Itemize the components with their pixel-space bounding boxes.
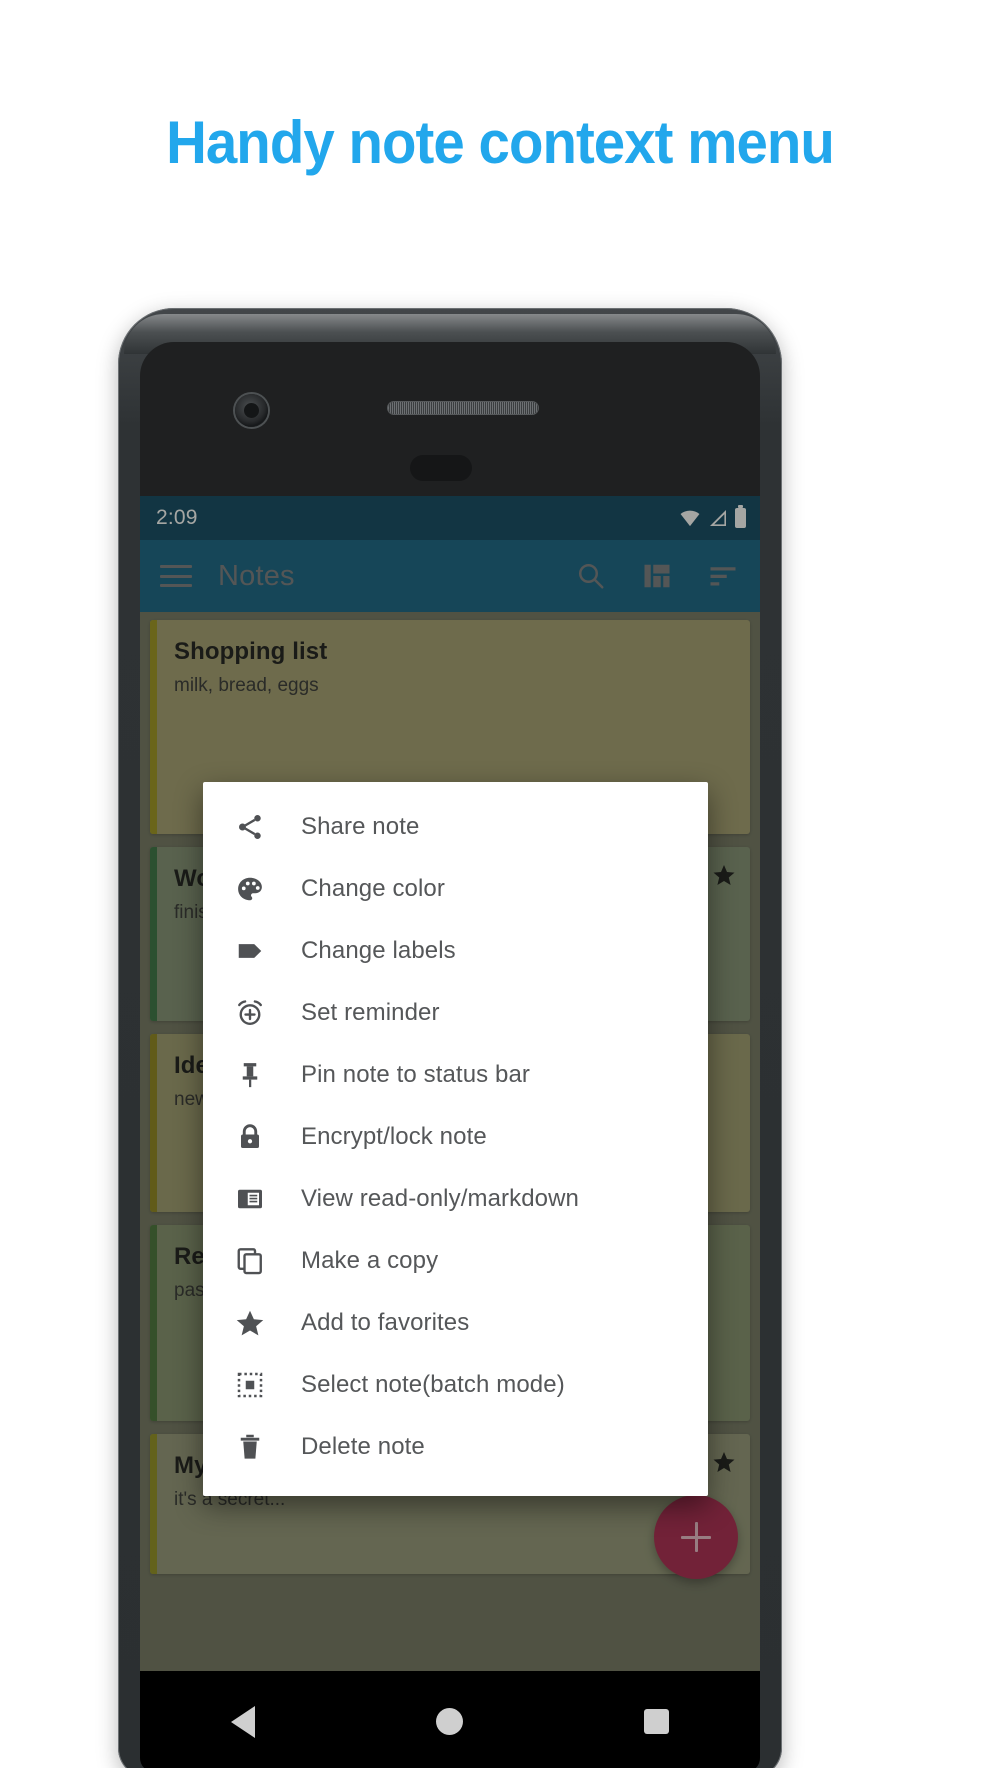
share-icon: [235, 810, 277, 844]
earpiece-speaker-icon: [388, 402, 538, 414]
menu-item-share-note[interactable]: Share note: [203, 796, 708, 858]
proximity-sensor-icon: [410, 455, 472, 481]
menu-item-label: Make a copy: [301, 1247, 439, 1274]
menu-item-label: Delete note: [301, 1433, 425, 1460]
menu-item-label: Pin note to status bar: [301, 1061, 531, 1088]
menu-item-pin-note[interactable]: Pin note to status bar: [203, 1044, 708, 1106]
alarm-add-icon: [235, 996, 277, 1030]
menu-item-delete-note[interactable]: Delete note: [203, 1416, 708, 1478]
trash-icon: [235, 1430, 277, 1464]
star-icon: [235, 1306, 277, 1340]
menu-item-add-favorites[interactable]: Add to favorites: [203, 1292, 708, 1354]
menu-item-label: Encrypt/lock note: [301, 1123, 487, 1150]
note-context-menu: Share note Change color Change labels Se…: [203, 782, 708, 1496]
menu-item-label: Change labels: [301, 937, 456, 964]
home-circle-icon[interactable]: [435, 1708, 463, 1735]
menu-item-label: Set reminder: [301, 999, 440, 1026]
menu-item-label: Select note(batch mode): [301, 1371, 565, 1398]
menu-item-label: Add to favorites: [301, 1309, 470, 1336]
menu-item-select-batch[interactable]: Select note(batch mode): [203, 1354, 708, 1416]
label-tag-icon: [235, 934, 277, 968]
pin-icon: [235, 1058, 277, 1092]
palette-icon: [235, 872, 277, 906]
back-triangle-icon[interactable]: [230, 1705, 255, 1738]
phone-screen: 2:09 Notes Shopping list milk, bread, eg…: [140, 342, 760, 1768]
phone-mockup: 2:09 Notes Shopping list milk, bread, eg…: [118, 308, 782, 1768]
front-camera-icon: [235, 394, 268, 427]
menu-item-make-copy[interactable]: Make a copy: [203, 1230, 708, 1292]
menu-item-encrypt-note[interactable]: Encrypt/lock note: [203, 1106, 708, 1168]
select-batch-icon: [235, 1368, 277, 1402]
menu-item-label: View read-only/markdown: [301, 1185, 579, 1212]
android-nav-bar: [140, 1671, 760, 1768]
menu-item-label: Share note: [301, 813, 420, 840]
menu-item-change-color[interactable]: Change color: [203, 858, 708, 920]
menu-item-view-readonly[interactable]: View read-only/markdown: [203, 1168, 708, 1230]
menu-item-set-reminder[interactable]: Set reminder: [203, 982, 708, 1044]
recents-square-icon[interactable]: [644, 1709, 670, 1734]
menu-item-label: Change color: [301, 875, 445, 902]
menu-item-change-labels[interactable]: Change labels: [203, 920, 708, 982]
read-markdown-icon: [235, 1182, 277, 1216]
screenshot-root: Handy note context menu 2:09 Notes Shopp…: [0, 0, 1000, 1768]
page-title: Handy note context menu: [166, 109, 835, 176]
copy-icon: [235, 1244, 277, 1278]
lock-icon: [235, 1120, 277, 1154]
